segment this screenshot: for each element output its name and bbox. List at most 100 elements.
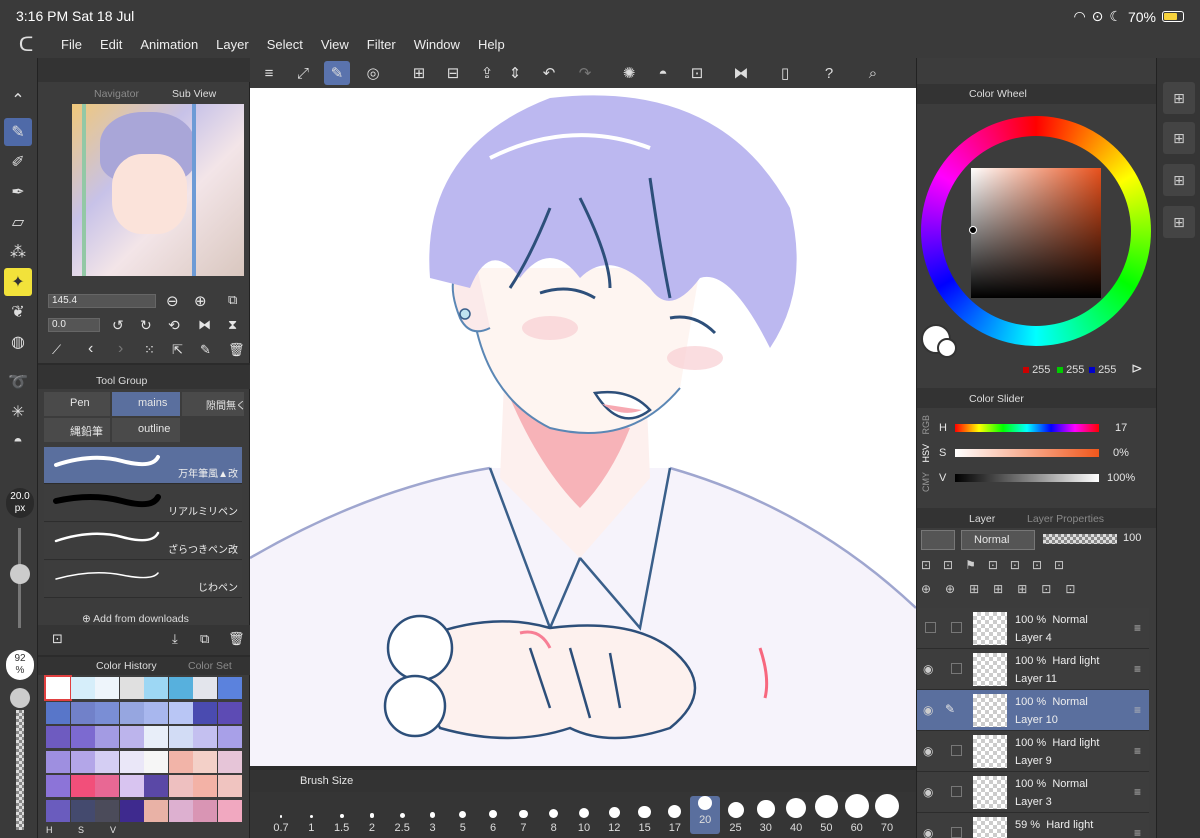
pen-edit-icon[interactable]: ✎ — [324, 61, 350, 85]
fit-canvas-icon[interactable]: ⤢ — [290, 61, 316, 85]
color-swatch[interactable] — [144, 726, 168, 748]
color-swatch[interactable] — [168, 775, 193, 797]
color-swatch[interactable] — [46, 750, 70, 773]
color-swatch[interactable] — [70, 750, 95, 773]
layer-row[interactable]: ◉ 59 % Hard light ≡ — [917, 813, 1149, 838]
figure-tool-icon[interactable]: ◍ — [4, 328, 32, 356]
tab-navigator[interactable]: Navigator — [94, 88, 139, 100]
color-swatch[interactable] — [144, 750, 168, 773]
menu-filter[interactable]: Filter — [358, 37, 405, 52]
color-swatch[interactable] — [95, 799, 119, 822]
lock-checkbox[interactable] — [951, 622, 962, 633]
color-swatch[interactable] — [46, 726, 70, 748]
eye-icon[interactable]: ◉ — [923, 826, 933, 838]
color-swatch[interactable] — [119, 677, 144, 699]
reference-icon[interactable]: ◎ — [360, 61, 386, 85]
color-swatch[interactable] — [193, 799, 217, 822]
duplicate-icon[interactable]: ⧉ — [200, 631, 209, 647]
color-swatch[interactable] — [217, 775, 242, 797]
color-swatch[interactable] — [46, 799, 70, 822]
brush-size-option[interactable]: 7 — [508, 809, 538, 834]
color-swatch[interactable] — [193, 677, 217, 699]
drag-handle-icon[interactable]: ≡ — [1134, 703, 1141, 717]
mode-cmy[interactable]: CMY — [921, 472, 931, 492]
color-swatch[interactable] — [144, 677, 168, 699]
brush-item[interactable]: リアルミリペン — [44, 485, 242, 522]
sidebar-panel-3-icon[interactable]: ⊞ — [1163, 164, 1195, 196]
help-icon[interactable]: ? — [816, 61, 842, 85]
color-swatch[interactable] — [168, 701, 193, 724]
color-swatch[interactable] — [95, 701, 119, 724]
rotate-right-icon[interactable]: ↻ — [140, 317, 152, 334]
layer-row[interactable]: 100 % Normal Layer 4 ≡ — [917, 608, 1149, 649]
eye-icon[interactable]: ◉ — [923, 662, 933, 676]
layer-action-row[interactable]: ⊕⊕⊞⊞⊞⊡⊡ — [921, 582, 1153, 604]
new-file-icon[interactable]: ⊞ — [406, 61, 432, 85]
pencil-tool-icon[interactable]: ✐ — [4, 148, 32, 176]
drag-handle-icon[interactable]: ≡ — [1134, 826, 1141, 838]
color-swatch[interactable] — [95, 677, 119, 699]
sidebar-panel-1-icon[interactable]: ⊞ — [1163, 82, 1195, 114]
v-value[interactable]: 100% — [1107, 472, 1135, 484]
lock-checkbox[interactable] — [951, 786, 962, 797]
next-icon[interactable]: › — [118, 340, 123, 358]
zoom-in-icon[interactable]: ⊕ — [194, 292, 207, 310]
lock-checkbox[interactable] — [951, 663, 962, 674]
lock-checkbox[interactable] — [951, 745, 962, 756]
menu-edit[interactable]: Edit — [91, 37, 131, 52]
save-icon[interactable]: ⇪ — [474, 61, 500, 85]
fill-tool-icon[interactable]: ◓ — [4, 428, 32, 456]
brush-size-option[interactable]: 20 — [690, 796, 721, 834]
blend-mode-select[interactable]: Normal — [961, 530, 1035, 550]
pen-tool-icon[interactable]: ✎ — [4, 118, 32, 146]
mode-hsv[interactable]: HSV — [921, 444, 931, 463]
open-folder-icon[interactable]: ⊟ — [440, 61, 466, 85]
decoration-tool-icon[interactable]: ✦ — [4, 268, 32, 296]
menu-icon[interactable]: ≡ — [256, 61, 282, 85]
layer-row[interactable]: ◉ 100 % Normal Layer 3 ≡ — [917, 772, 1149, 813]
drag-handle-icon[interactable]: ≡ — [1134, 621, 1141, 635]
tab-subview[interactable]: Sub View — [172, 88, 216, 100]
color-swatch[interactable] — [119, 701, 144, 724]
menu-window[interactable]: Window — [405, 37, 469, 52]
brush-size-option[interactable]: 70 — [872, 794, 902, 834]
flip-icon[interactable]: ⧓ — [728, 61, 754, 85]
import-icon[interactable]: ⇱ — [172, 342, 183, 358]
layer-row[interactable]: ◉ 100 % Hard light Layer 11 ≡ — [917, 649, 1149, 690]
menu-animation[interactable]: Animation — [131, 37, 207, 52]
brush-size-option[interactable]: 15 — [630, 805, 660, 834]
brush-size-option[interactable]: 8 — [539, 808, 569, 834]
color-swatch[interactable] — [217, 750, 242, 773]
tab-layer[interactable]: Layer — [969, 513, 995, 525]
color-swatch[interactable] — [44, 675, 72, 701]
sidebar-panel-2-icon[interactable]: ⊞ — [1163, 122, 1195, 154]
sidebar-panel-4-icon[interactable]: ⊞ — [1163, 206, 1195, 238]
brush-size-option[interactable]: 3 — [418, 812, 448, 834]
visibility-checkbox[interactable] — [925, 622, 936, 633]
subview-image[interactable] — [72, 104, 244, 276]
layer-opacity-slider[interactable] — [1043, 534, 1117, 544]
brush-size-option[interactable]: 5 — [448, 810, 478, 834]
color-swatch[interactable] — [119, 799, 144, 822]
brush-size-option[interactable]: 40 — [781, 797, 811, 834]
eye-icon[interactable]: ◉ — [923, 785, 933, 799]
eye-icon[interactable]: ◉ — [923, 703, 933, 717]
drag-handle-icon[interactable]: ≡ — [1134, 744, 1141, 758]
tab-color-set[interactable]: Color Set — [188, 660, 232, 672]
color-swatch[interactable] — [70, 677, 95, 699]
brush-item[interactable]: じわペン — [44, 561, 242, 598]
redo-icon[interactable]: ↷ — [572, 61, 598, 85]
transform-icon[interactable]: ⊡ — [684, 61, 710, 85]
brush-tool-icon[interactable]: ✒ — [4, 178, 32, 206]
color-swatch[interactable] — [217, 677, 242, 699]
trash-icon[interactable]: 🗑 — [228, 631, 245, 647]
edit-icon[interactable]: ✎ — [200, 342, 211, 358]
color-swatch[interactable] — [168, 726, 193, 748]
saturation-slider[interactable] — [955, 449, 1099, 457]
color-swatch[interactable] — [217, 701, 242, 724]
sub-color-swatch[interactable] — [937, 338, 957, 358]
flip-horizontal-icon[interactable]: ⧓ — [198, 317, 211, 333]
loading-icon[interactable]: ✺ — [616, 61, 642, 85]
rotation-slider[interactable]: 0.0 — [48, 318, 100, 332]
color-swatch[interactable] — [46, 775, 70, 797]
